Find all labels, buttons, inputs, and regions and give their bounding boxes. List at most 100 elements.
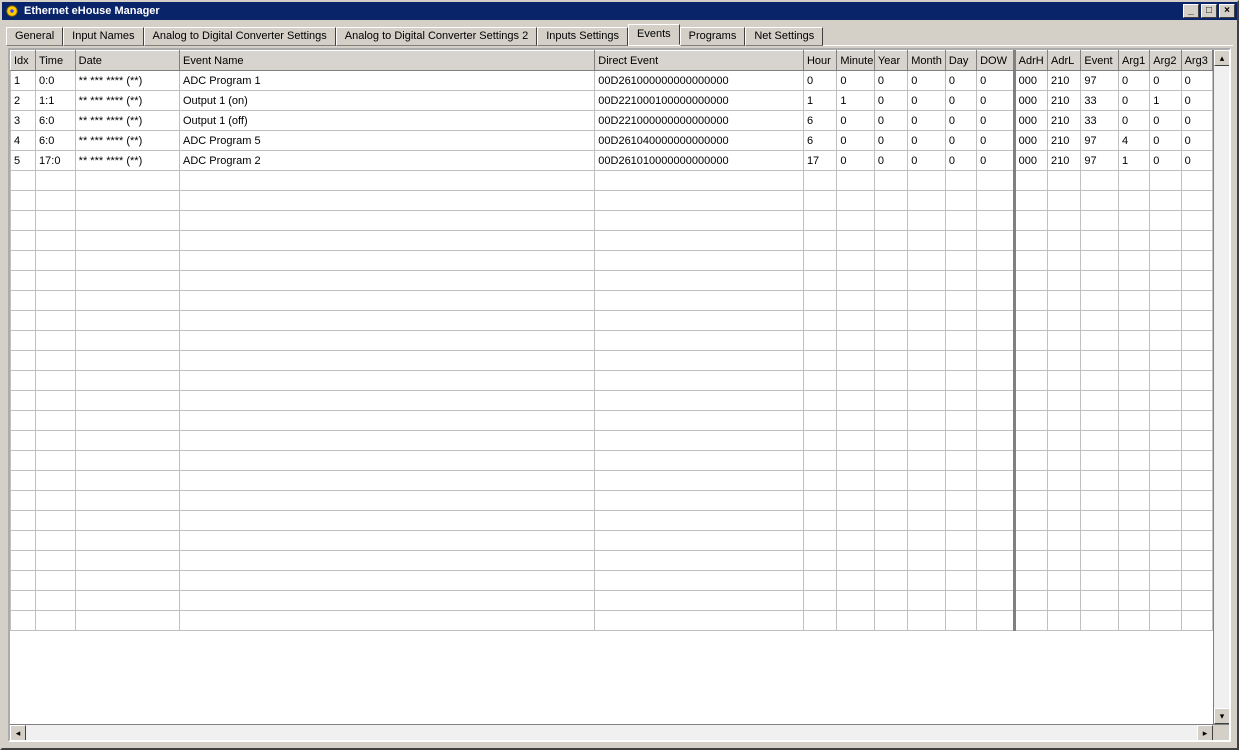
cell-empty[interactable] (1048, 231, 1081, 251)
cell-empty[interactable] (908, 611, 946, 631)
cell-empty[interactable] (803, 251, 836, 271)
cell-empty[interactable] (874, 491, 907, 511)
cell-empty[interactable] (180, 471, 595, 491)
cell-empty[interactable] (11, 371, 36, 391)
cell-empty[interactable] (1014, 471, 1047, 491)
cell-idx[interactable]: 1 (11, 71, 36, 91)
cell-empty[interactable] (1181, 311, 1212, 331)
cell-empty[interactable] (11, 411, 36, 431)
cell-empty[interactable] (75, 211, 179, 231)
table-row-empty[interactable] (11, 211, 1213, 231)
cell-empty[interactable] (945, 351, 976, 371)
cell-empty[interactable] (595, 411, 804, 431)
cell-empty[interactable] (945, 531, 976, 551)
cell-minute[interactable]: 1 (837, 91, 875, 111)
cell-empty[interactable] (75, 271, 179, 291)
cell-empty[interactable] (75, 371, 179, 391)
cell-empty[interactable] (595, 471, 804, 491)
cell-empty[interactable] (803, 271, 836, 291)
cell-adrl[interactable]: 210 (1048, 91, 1081, 111)
col-header-idx[interactable]: Idx (11, 51, 36, 71)
cell-event[interactable]: 33 (1081, 91, 1119, 111)
cell-empty[interactable] (1081, 511, 1119, 531)
cell-empty[interactable] (803, 311, 836, 331)
cell-empty[interactable] (837, 531, 875, 551)
cell-empty[interactable] (908, 351, 946, 371)
cell-empty[interactable] (977, 451, 1015, 471)
cell-empty[interactable] (977, 551, 1015, 571)
cell-empty[interactable] (11, 351, 36, 371)
cell-adrl[interactable]: 210 (1048, 151, 1081, 171)
cell-empty[interactable] (75, 471, 179, 491)
cell-empty[interactable] (803, 351, 836, 371)
cell-empty[interactable] (1081, 491, 1119, 511)
cell-empty[interactable] (908, 331, 946, 351)
cell-minute[interactable]: 0 (837, 111, 875, 131)
cell-empty[interactable] (11, 171, 36, 191)
vertical-scroll-track[interactable] (1214, 66, 1229, 708)
cell-empty[interactable] (75, 531, 179, 551)
cell-empty[interactable] (180, 191, 595, 211)
cell-empty[interactable] (837, 451, 875, 471)
cell-empty[interactable] (837, 311, 875, 331)
cell-empty[interactable] (945, 491, 976, 511)
cell-idx[interactable]: 3 (11, 111, 36, 131)
tab-analog-to-digital-converter-settings-2[interactable]: Analog to Digital Converter Settings 2 (336, 27, 537, 46)
cell-empty[interactable] (1014, 231, 1047, 251)
cell-empty[interactable] (1181, 531, 1212, 551)
col-header-direct[interactable]: Direct Event (595, 51, 804, 71)
tab-analog-to-digital-converter-settings[interactable]: Analog to Digital Converter Settings (144, 27, 336, 46)
titlebar[interactable]: Ethernet eHouse Manager _ □ × (2, 2, 1237, 20)
tab-programs[interactable]: Programs (680, 27, 746, 46)
cell-empty[interactable] (874, 271, 907, 291)
cell-empty[interactable] (1014, 351, 1047, 371)
cell-arg3[interactable]: 0 (1181, 111, 1212, 131)
cell-direct[interactable]: 00D261010000000000000 (595, 151, 804, 171)
cell-empty[interactable] (1118, 471, 1149, 491)
cell-empty[interactable] (1181, 231, 1212, 251)
cell-empty[interactable] (945, 291, 976, 311)
cell-empty[interactable] (874, 411, 907, 431)
cell-empty[interactable] (180, 531, 595, 551)
cell-empty[interactable] (945, 251, 976, 271)
cell-empty[interactable] (1081, 251, 1119, 271)
cell-empty[interactable] (1081, 431, 1119, 451)
cell-empty[interactable] (1181, 491, 1212, 511)
cell-empty[interactable] (180, 491, 595, 511)
cell-empty[interactable] (1014, 511, 1047, 531)
cell-empty[interactable] (977, 591, 1015, 611)
cell-empty[interactable] (803, 531, 836, 551)
cell-empty[interactable] (1150, 471, 1181, 491)
cell-empty[interactable] (1118, 451, 1149, 471)
cell-arg2[interactable]: 1 (1150, 91, 1181, 111)
cell-empty[interactable] (1118, 431, 1149, 451)
cell-empty[interactable] (874, 191, 907, 211)
cell-arg1[interactable]: 0 (1118, 91, 1149, 111)
cell-empty[interactable] (1181, 331, 1212, 351)
cell-empty[interactable] (1081, 451, 1119, 471)
cell-empty[interactable] (1048, 491, 1081, 511)
cell-adrh[interactable]: 000 (1014, 131, 1047, 151)
col-header-adrl[interactable]: AdrL (1048, 51, 1081, 71)
cell-empty[interactable] (1181, 431, 1212, 451)
cell-month[interactable]: 0 (908, 111, 946, 131)
cell-empty[interactable] (36, 231, 76, 251)
cell-empty[interactable] (36, 411, 76, 431)
cell-arg3[interactable]: 0 (1181, 131, 1212, 151)
cell-empty[interactable] (837, 171, 875, 191)
cell-empty[interactable] (977, 371, 1015, 391)
cell-empty[interactable] (1081, 411, 1119, 431)
cell-empty[interactable] (595, 271, 804, 291)
cell-empty[interactable] (874, 251, 907, 271)
cell-date[interactable]: ** *** **** (**) (75, 91, 179, 111)
cell-empty[interactable] (11, 451, 36, 471)
cell-empty[interactable] (945, 171, 976, 191)
cell-empty[interactable] (874, 551, 907, 571)
cell-empty[interactable] (1150, 251, 1181, 271)
cell-empty[interactable] (180, 291, 595, 311)
cell-empty[interactable] (180, 551, 595, 571)
cell-empty[interactable] (1181, 271, 1212, 291)
cell-empty[interactable] (1081, 551, 1119, 571)
cell-empty[interactable] (1118, 211, 1149, 231)
table-row[interactable]: 36:0** *** **** (**)Output 1 (off)00D221… (11, 111, 1213, 131)
